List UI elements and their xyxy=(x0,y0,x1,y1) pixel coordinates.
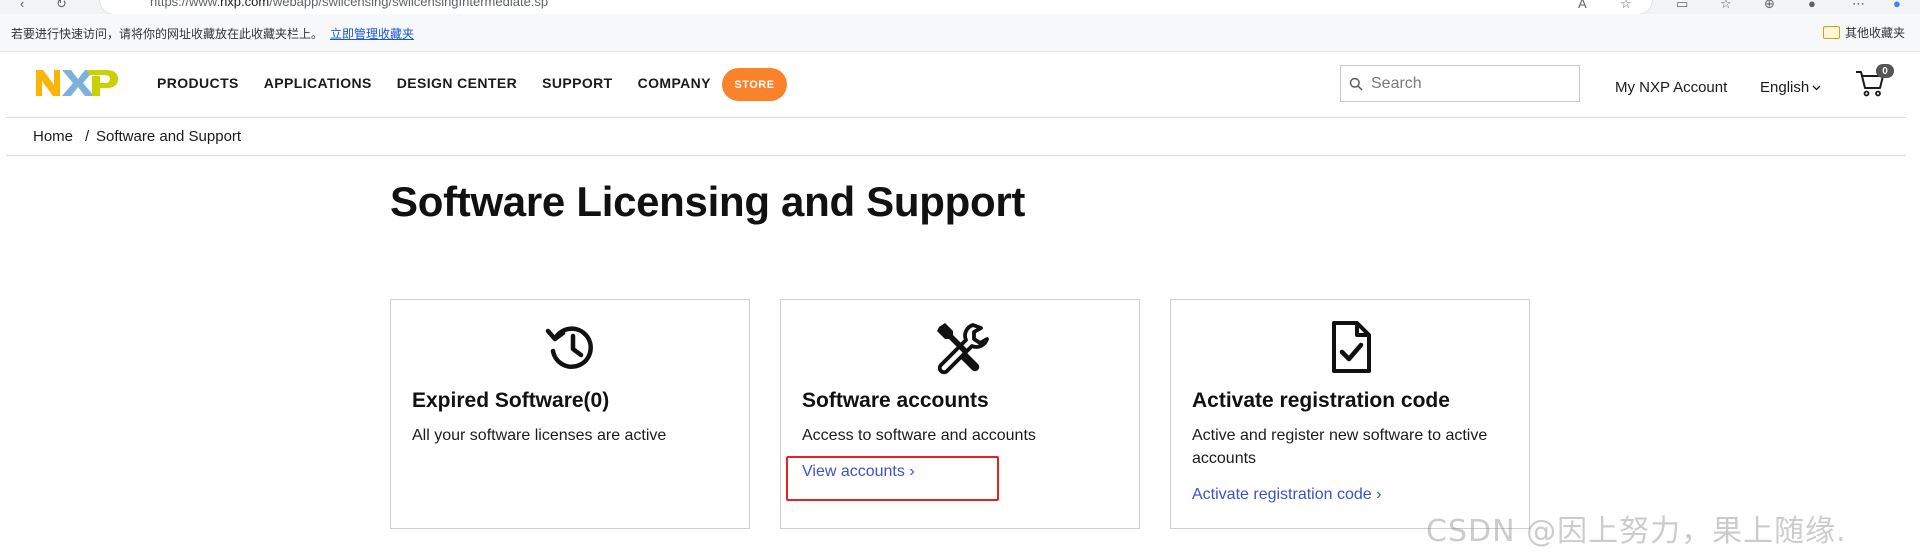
main-nav: PRODUCTS APPLICATIONS DESIGN CENTER SUPP… xyxy=(157,75,736,91)
back-icon[interactable]: ‹ xyxy=(20,0,24,11)
other-bookmarks-label: 其他收藏夹 xyxy=(1845,26,1906,40)
browser-toolbar: ‹ ↻ https://www.nxp.com/webapp/swlicensi… xyxy=(0,0,1920,14)
language-label: English xyxy=(1760,79,1810,96)
search-icon xyxy=(1349,77,1363,91)
nxp-logo[interactable] xyxy=(34,64,134,104)
language-selector[interactable]: English xyxy=(1760,79,1821,96)
card-title: Activate registration code xyxy=(1192,389,1450,412)
tools-icon xyxy=(937,323,989,375)
nav-company[interactable]: COMPANY xyxy=(638,75,711,91)
favorite-star-icon[interactable]: ☆ xyxy=(1620,0,1632,12)
cart-count-badge: 0 xyxy=(1876,64,1894,78)
card-title: Software accounts xyxy=(802,389,989,412)
favorites-icon[interactable]: ☆ xyxy=(1720,0,1732,12)
card-title: Expired Software(0) xyxy=(412,389,610,412)
search-input[interactable] xyxy=(1369,73,1573,94)
collections-icon[interactable]: ⊕ xyxy=(1764,0,1775,12)
bookmarks-hint: 若要进行快速访问，请将你的网址收藏放在此收藏夹栏上。 xyxy=(11,27,324,41)
manage-favorites-link[interactable]: 立即管理收藏夹 xyxy=(330,25,414,42)
nav-support[interactable]: SUPPORT xyxy=(542,75,612,91)
card-activate-registration: Activate registration code Active and re… xyxy=(1170,299,1530,529)
folder-icon xyxy=(1823,26,1840,39)
search-box xyxy=(1340,65,1580,102)
nav-applications[interactable]: APPLICATIONS xyxy=(264,75,372,91)
page-title: Software Licensing and Support xyxy=(390,178,1026,225)
bookmarks-bar: 若要进行快速访问，请将你的网址收藏放在此收藏夹栏上。 立即管理收藏夹 其他收藏夹 xyxy=(0,14,1920,52)
card-description: Access to software and accounts xyxy=(802,427,1036,444)
activate-registration-link[interactable]: Activate registration code › xyxy=(1192,486,1381,504)
card-description: Active and register new software to acti… xyxy=(1192,427,1488,467)
more-icon[interactable]: ⋯ xyxy=(1852,0,1865,12)
history-icon xyxy=(545,326,593,369)
copilot-icon[interactable]: ● xyxy=(1893,0,1901,11)
nav-design-center[interactable]: DESIGN CENTER xyxy=(397,75,517,91)
file-check-icon xyxy=(1332,321,1371,373)
breadcrumb-separator: / xyxy=(85,128,90,145)
split-screen-icon[interactable]: ▭ xyxy=(1676,0,1688,12)
nav-products[interactable]: PRODUCTS xyxy=(157,75,239,91)
site-header: PRODUCTS APPLICATIONS DESIGN CENTER SUPP… xyxy=(6,53,1906,118)
chevron-down-icon xyxy=(1812,85,1821,90)
other-bookmarks[interactable]: 其他收藏夹 xyxy=(1823,24,1905,41)
read-aloud-icon[interactable]: A xyxy=(1578,0,1587,11)
highlight-annotation xyxy=(786,456,999,501)
address-bar-url[interactable]: https://www.nxp.com/webapp/swlicensing/s… xyxy=(150,0,548,9)
breadcrumb-current: Software and Support xyxy=(96,128,242,145)
watermark: CSDN @因上努力，果上随缘. xyxy=(1426,514,1847,549)
extension-icon[interactable]: ● xyxy=(1808,0,1816,11)
my-account-link[interactable]: My NXP Account xyxy=(1615,79,1727,96)
store-button[interactable]: STORE xyxy=(722,68,787,101)
card-description: All your software licenses are active xyxy=(412,427,667,444)
refresh-icon[interactable]: ↻ xyxy=(56,0,67,12)
card-expired-software: Expired Software(0) All your software li… xyxy=(390,299,750,529)
breadcrumb: Home / Software and Support xyxy=(6,118,1906,156)
breadcrumb-home[interactable]: Home xyxy=(33,128,73,145)
